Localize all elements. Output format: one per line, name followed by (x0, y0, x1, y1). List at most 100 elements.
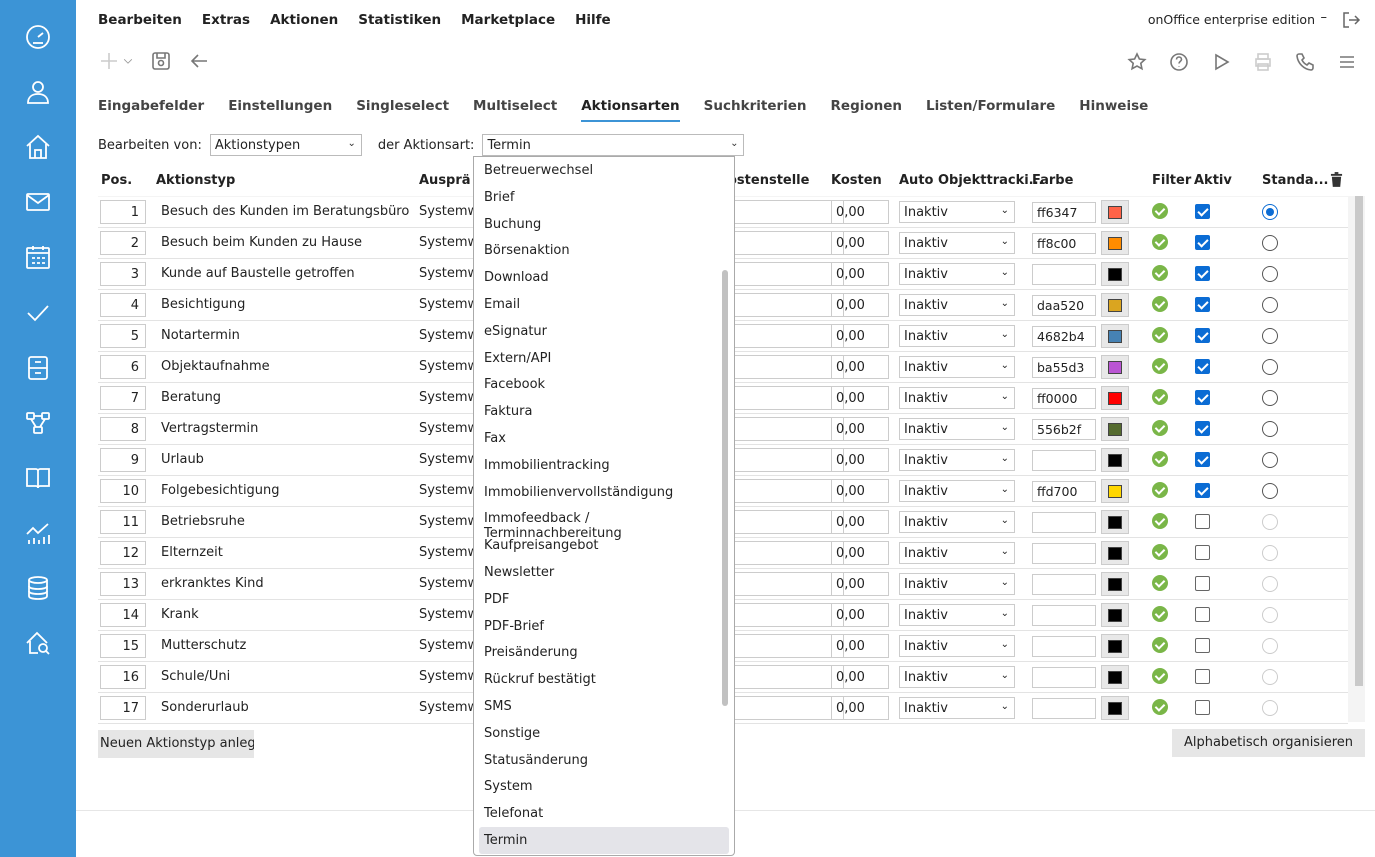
dropdown-option[interactable]: Faktura (474, 398, 734, 425)
col-aktionstyp[interactable]: Aktionstyp (156, 173, 235, 188)
active-checkbox[interactable] (1195, 545, 1210, 560)
active-checkbox[interactable] (1195, 483, 1210, 498)
menu-item-hilfe[interactable]: Hilfe (575, 12, 611, 28)
col-filter[interactable]: Filter (1152, 173, 1191, 188)
house-search-icon[interactable] (22, 627, 54, 659)
standard-radio[interactable] (1262, 483, 1278, 499)
dropdown-option[interactable]: Rückruf bestätigt (474, 666, 734, 693)
dashboard-icon[interactable] (22, 21, 54, 53)
cost-field[interactable]: 0,00 (831, 355, 889, 379)
active-checkbox[interactable] (1195, 266, 1210, 281)
auto-tracking-select[interactable]: Inaktiv ⌄ (899, 449, 1015, 471)
dropdown-option[interactable]: System (474, 773, 734, 800)
phone-icon[interactable] (1295, 52, 1315, 76)
color-field[interactable] (1032, 667, 1096, 688)
active-checkbox[interactable] (1195, 452, 1210, 467)
check-icon[interactable] (22, 297, 54, 329)
color-field[interactable] (1032, 264, 1096, 285)
auto-tracking-select[interactable]: Inaktiv ⌄ (899, 542, 1015, 564)
cost-center-field[interactable] (732, 510, 844, 534)
cost-center-field[interactable] (732, 355, 844, 379)
cost-field[interactable]: 0,00 (831, 510, 889, 534)
cost-center-field[interactable] (732, 665, 844, 689)
menu-item-bearbeiten[interactable]: Bearbeiten (98, 12, 182, 28)
menu-item-statistiken[interactable]: Statistiken (358, 12, 441, 28)
cost-field[interactable]: 0,00 (831, 572, 889, 596)
dropdown-option[interactable]: SMS (474, 693, 734, 720)
position-field[interactable]: 15 (100, 634, 146, 658)
chart-icon[interactable] (22, 517, 54, 549)
active-checkbox[interactable] (1195, 390, 1210, 405)
standard-radio[interactable] (1262, 266, 1278, 282)
active-checkbox[interactable] (1195, 359, 1210, 374)
menu-item-extras[interactable]: Extras (202, 12, 250, 28)
auto-tracking-select[interactable]: Inaktiv ⌄ (899, 480, 1015, 502)
cost-field[interactable]: 0,00 (831, 386, 889, 410)
standard-radio[interactable] (1262, 669, 1278, 685)
dropdown-option[interactable]: Email (474, 291, 734, 318)
dropdown-option[interactable]: Fax (474, 425, 734, 452)
standard-radio[interactable] (1262, 204, 1278, 220)
cost-field[interactable]: 0,00 (831, 696, 889, 720)
tab-listen-formulare[interactable]: Listen/Formulare (926, 98, 1055, 122)
col-aktiv[interactable]: Aktiv (1194, 173, 1232, 188)
tab-eingabefelder[interactable]: Eingabefelder (98, 98, 204, 122)
position-field[interactable]: 17 (100, 696, 146, 720)
dropdown-option[interactable]: PDF (474, 586, 734, 613)
dropdown-option[interactable]: Facebook (474, 371, 734, 398)
cost-center-field[interactable] (732, 200, 844, 224)
dropdown-option[interactable]: Download (474, 264, 734, 291)
cost-field[interactable]: 0,00 (831, 479, 889, 503)
dropdown-scrollbar[interactable] (722, 270, 728, 706)
cost-center-field[interactable] (732, 262, 844, 286)
cost-field[interactable]: 0,00 (831, 417, 889, 441)
dropdown-option[interactable]: eSignatur (474, 318, 734, 345)
standard-radio[interactable] (1262, 297, 1278, 313)
dropdown-option[interactable]: Extern/API (474, 345, 734, 372)
color-picker-button[interactable] (1101, 696, 1129, 720)
position-field[interactable]: 8 (100, 417, 146, 441)
cost-field[interactable]: 0,00 (831, 634, 889, 658)
active-checkbox[interactable] (1195, 204, 1210, 219)
position-field[interactable]: 12 (100, 541, 146, 565)
cost-center-field[interactable] (732, 541, 844, 565)
standard-radio[interactable] (1262, 576, 1278, 592)
auto-tracking-select[interactable]: Inaktiv ⌄ (899, 263, 1015, 285)
chevron-down-icon[interactable] (122, 55, 134, 71)
color-picker-button[interactable] (1101, 448, 1129, 472)
auto-tracking-select[interactable]: Inaktiv ⌄ (899, 604, 1015, 626)
cost-center-field[interactable] (732, 603, 844, 627)
active-checkbox[interactable] (1195, 669, 1210, 684)
standard-radio[interactable] (1262, 638, 1278, 654)
col-auspraegung[interactable]: Ausprä (419, 173, 471, 188)
auto-tracking-select[interactable]: Inaktiv ⌄ (899, 666, 1015, 688)
color-field[interactable] (1032, 698, 1096, 719)
cost-center-field[interactable] (732, 634, 844, 658)
menu-item-aktionen[interactable]: Aktionen (270, 12, 338, 28)
col-kostenstelle[interactable]: ostenstelle (728, 173, 809, 188)
dropdown-option[interactable]: Telefonat (474, 800, 734, 827)
color-field[interactable]: 4682b4 (1032, 326, 1096, 347)
color-field[interactable]: ba55d3 (1032, 357, 1096, 378)
active-checkbox[interactable] (1195, 607, 1210, 622)
col-kosten[interactable]: Kosten (831, 173, 882, 188)
dropdown-option[interactable]: Börsenaktion (474, 237, 734, 264)
col-auto-tracking[interactable]: Auto Objekttracki... (899, 173, 1044, 188)
cost-field[interactable]: 0,00 (831, 200, 889, 224)
alphabetic-organize-button[interactable]: Alphabetisch organisieren (1171, 729, 1365, 757)
dropdown-option[interactable]: Statusänderung (474, 747, 734, 774)
help-icon[interactable] (1169, 52, 1189, 76)
dropdown-option[interactable]: Betreuerwechsel (474, 157, 734, 184)
auto-tracking-select[interactable]: Inaktiv ⌄ (899, 573, 1015, 595)
table-scrollbar[interactable] (1355, 196, 1363, 686)
position-field[interactable]: 5 (100, 324, 146, 348)
auto-tracking-select[interactable]: Inaktiv ⌄ (899, 356, 1015, 378)
cost-center-field[interactable] (732, 448, 844, 472)
mail-icon[interactable] (22, 186, 54, 218)
color-field[interactable]: daa520 (1032, 295, 1096, 316)
position-field[interactable]: 1 (100, 200, 146, 224)
dropdown-option[interactable]: Sonstige (474, 720, 734, 747)
active-checkbox[interactable] (1195, 638, 1210, 653)
position-field[interactable]: 10 (100, 479, 146, 503)
cost-center-field[interactable] (732, 293, 844, 317)
